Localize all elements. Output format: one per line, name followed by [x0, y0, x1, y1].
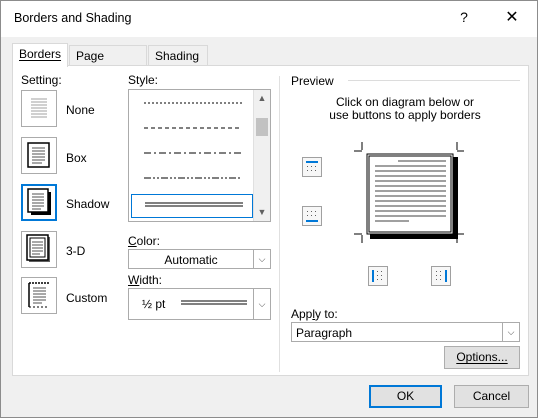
title-bar: Borders and Shading ? ✕	[1, 1, 537, 37]
help-button[interactable]: ?	[453, 9, 475, 29]
setting-3d-label[interactable]: 3-D	[66, 244, 85, 258]
column-divider	[279, 76, 280, 372]
tab-shading[interactable]: Shading	[148, 45, 208, 66]
preview-group-line	[348, 80, 520, 81]
tab-shading-label: Shading	[155, 49, 200, 63]
apply-to-heading-rest: y to:	[315, 307, 338, 321]
width-preview-line-icon	[181, 300, 247, 305]
color-heading: Color:	[128, 234, 161, 248]
style-item-dash-dot-dot[interactable]	[131, 166, 253, 190]
ok-button[interactable]: OK	[369, 385, 442, 408]
width-heading-rest: idth:	[139, 273, 163, 287]
chevron-down-icon[interactable]: ⌵	[253, 250, 270, 268]
options-button-label: Options...	[456, 350, 508, 364]
setting-shadow-button[interactable]	[21, 184, 57, 221]
apply-to-value: Paragraph	[296, 326, 353, 340]
setting-none-label[interactable]: None	[66, 103, 95, 117]
dashed-line-icon	[144, 102, 242, 104]
tab-borders[interactable]: Borders	[12, 43, 68, 67]
dash-dot-line-icon	[144, 152, 242, 154]
setting-heading: Setting:	[21, 73, 62, 87]
borders-and-shading-dialog: Borders and Shading ? ✕ Borders Page Bor…	[0, 0, 538, 418]
width-heading: Width:	[128, 273, 163, 287]
close-button[interactable]: ✕	[501, 7, 523, 29]
preview-instruction-line1: Click on diagram below or	[335, 95, 475, 109]
dash-dot-dot-line-icon	[144, 177, 242, 179]
setting-custom-label[interactable]: Custom	[66, 291, 107, 305]
tab-page-border[interactable]: Page Border	[69, 45, 147, 77]
bottom-border-icon	[306, 211, 318, 222]
chevron-down-icon[interactable]: ⌵	[253, 289, 270, 319]
style-list[interactable]: ▲ ▼	[128, 89, 271, 222]
cancel-button[interactable]: Cancel	[454, 385, 529, 408]
setting-3d-button[interactable]	[21, 231, 57, 268]
top-border-icon	[306, 161, 318, 171]
left-border-icon	[372, 270, 382, 282]
style-item-dashed-fine[interactable]	[131, 91, 253, 115]
setting-box-label[interactable]: Box	[66, 151, 87, 165]
setting-box-icon	[27, 142, 50, 168]
setting-shadow-icon	[27, 188, 51, 215]
color-heading-rest: olor:	[136, 234, 161, 248]
chevron-down-icon[interactable]: ⌵	[502, 323, 519, 341]
preview-diagram[interactable]	[353, 142, 465, 244]
setting-3d-icon	[26, 234, 50, 262]
right-border-button[interactable]	[431, 266, 451, 286]
top-border-button[interactable]	[302, 157, 322, 177]
options-button[interactable]: Options...	[444, 346, 520, 369]
setting-shadow-label[interactable]: Shadow	[66, 197, 109, 211]
scroll-down-icon[interactable]: ▼	[254, 204, 270, 221]
preview-heading: Preview	[291, 74, 334, 88]
double-line-icon	[145, 202, 243, 207]
style-item-double[interactable]	[131, 194, 253, 218]
tab-borders-label: Borders	[19, 47, 62, 61]
borders-tab-panel: Setting: None Box Shadow 3-D Custom Styl…	[12, 65, 529, 376]
preview-instruction-line2: use buttons to apply borders	[329, 108, 481, 122]
bottom-border-button[interactable]	[302, 206, 322, 226]
width-value: ½ pt	[142, 297, 166, 311]
setting-none-icon	[31, 98, 47, 118]
setting-box-button[interactable]	[21, 137, 57, 174]
color-dropdown[interactable]: Automatic ⌵	[128, 249, 271, 269]
width-dropdown[interactable]: ½ pt ⌵	[128, 288, 271, 320]
scrollbar-thumb[interactable]	[256, 118, 268, 136]
apply-to-heading: Apply to:	[291, 307, 338, 321]
scroll-up-icon[interactable]: ▲	[254, 90, 270, 107]
color-value: Automatic	[164, 253, 218, 267]
style-heading: Style:	[128, 73, 159, 87]
right-border-icon	[436, 270, 447, 282]
setting-custom-button[interactable]	[21, 277, 57, 314]
style-item-dash-dot[interactable]	[131, 141, 253, 165]
window-title: Borders and Shading	[14, 11, 132, 25]
dashed-line-icon	[144, 127, 242, 129]
left-border-button[interactable]	[368, 266, 388, 286]
setting-none-button[interactable]	[21, 90, 57, 127]
style-item-dashed-medium[interactable]	[131, 116, 253, 140]
setting-custom-icon	[28, 282, 49, 308]
cancel-button-label: Cancel	[472, 389, 511, 403]
apply-to-dropdown[interactable]: Paragraph ⌵	[291, 322, 520, 342]
apply-to-heading-start: App	[291, 307, 313, 321]
ok-button-label: OK	[396, 389, 415, 403]
style-list-scrollbar[interactable]: ▲ ▼	[253, 90, 270, 221]
